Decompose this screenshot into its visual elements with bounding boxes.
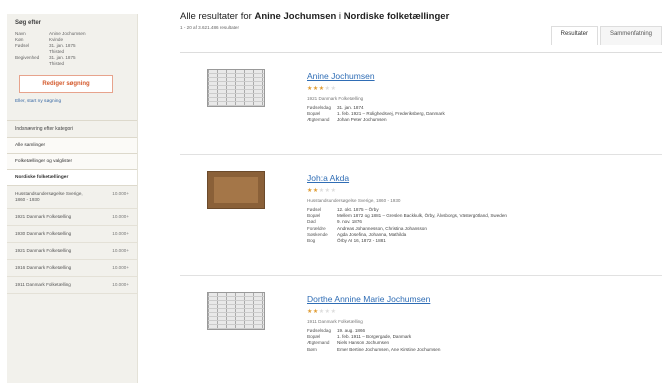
- record-source: Husstandsundersøgelse Sverige, 1860 - 19…: [307, 198, 401, 203]
- result-row: Anine Jochumsen ★★★★★ 1921 Danmark Folketæ…: [180, 53, 662, 155]
- category-item[interactable]: 1930 Danmark Folketælling 10.000+: [7, 226, 137, 243]
- category-item[interactable]: Husstandsundersøgelse Sverige, 1860 - 19…: [7, 186, 137, 209]
- category-item[interactable]: 1921 Danmark Folketælling 10.000+: [7, 209, 137, 226]
- fact-value: Örby AI 16, 1872 - 1881: [337, 238, 386, 244]
- fact-value: Johan Peter Jochumsen: [337, 117, 387, 123]
- fact-row: Bog Örby AI 16, 1872 - 1881: [307, 238, 507, 244]
- title-prefix: Alle resultater for: [180, 11, 252, 22]
- criteria-list: Navn Anine Jochumsen Køn Kvinde Fødsel 31. ja…: [15, 31, 129, 67]
- category-item[interactable]: 1911 Danmark Folketælling 10.000+: [7, 277, 137, 294]
- tab-results[interactable]: Resultater: [550, 26, 598, 45]
- page-title: Alle resultater for Anine Jochumsen i No…: [180, 11, 662, 22]
- result-name-link[interactable]: Dorthe Annine Marie Jochumsen: [307, 294, 430, 304]
- category-count: 10.000+: [112, 231, 129, 236]
- fact-value: Mellem 1872 og 1881 – Greslen Backkulk, …: [337, 213, 507, 219]
- record-thumbnail[interactable]: [207, 171, 265, 209]
- criteria-row: Thisted: [15, 61, 129, 67]
- tab-summary[interactable]: Sammenfatning: [599, 26, 662, 45]
- record-source: 1911 Danmark Folketælling: [307, 319, 363, 324]
- fact-value: Emer Bertine Jochumsen, Ane Kirstine Joc…: [337, 346, 441, 352]
- rating-stars: ★★★★★: [307, 308, 336, 315]
- filter-census-voter-lists[interactable]: Folketællinger og valglister: [7, 154, 137, 170]
- fact-label: Ægtemand: [307, 117, 330, 123]
- results-list: Anine Jochumsen ★★★★★ 1921 Danmark Folketæ…: [180, 52, 662, 391]
- filter-nordic-census[interactable]: Nordiske folketællinger: [7, 170, 137, 186]
- result-row: Joh:a Akda ★★★★★ Husstandsundersøgelse Sve…: [180, 155, 662, 276]
- category-name: 1921 Danmark Folketælling: [15, 248, 72, 253]
- fact-label: Bog: [307, 238, 316, 244]
- criteria-value: Thisted: [49, 61, 65, 66]
- edit-search-button[interactable]: Rediger søgning: [19, 75, 113, 93]
- category-list: Husstandsundersøgelse Sverige, 1860 - 19…: [7, 186, 137, 294]
- record-thumbnail[interactable]: [207, 292, 265, 330]
- fact-row: Ægtemand Johan Peter Jochumsen: [307, 117, 445, 123]
- new-search-link[interactable]: Eller, start ny søgning: [15, 99, 129, 104]
- category-name: 1930 Danmark Folketælling: [15, 231, 72, 236]
- category-name: 1916 Danmark Folketælling: [15, 265, 72, 270]
- filter-all-collections[interactable]: Alle samlinger: [7, 138, 137, 154]
- title-name: Anine Jochumsen: [254, 11, 337, 22]
- category-count: 10.000+: [112, 214, 129, 219]
- category-item[interactable]: 1921 Danmark Folketælling 10.000+: [7, 243, 137, 260]
- star-icon: ★: [330, 86, 337, 92]
- fact-label: Børn: [307, 346, 317, 352]
- record-source: 1921 Danmark Folketælling: [307, 96, 364, 101]
- title-in: i: [338, 11, 342, 22]
- category-count: 10.000+: [112, 282, 129, 287]
- sidebar: Søg efter Navn Anine Jochumsen Køn Kvinde Fø…: [7, 14, 138, 383]
- category-count: 10.000+: [112, 191, 129, 196]
- view-tabs: Resultater Sammenfatning: [549, 26, 662, 45]
- star-icon: ★: [330, 309, 337, 315]
- result-row: Dorthe Annine Marie Jochumsen ★★★★★ 1911 D…: [180, 276, 662, 391]
- category-count: 10.000+: [112, 265, 129, 270]
- category-name: 1921 Danmark Folketælling: [15, 214, 72, 219]
- category-item[interactable]: 1916 Danmark Folketælling 10.000+: [7, 260, 137, 277]
- category-count: 10.000+: [112, 248, 129, 253]
- filter-heading: Indsnævring efter kategori: [7, 121, 137, 138]
- criteria-label: [15, 61, 49, 67]
- record-facts: Fødsel 12. okt. 1875 – Örby Bopæl Mellem 18…: [307, 207, 507, 244]
- record-facts: Fødselsdag 19. aug. 1866 Bopæl 1. feb. 1911…: [307, 328, 440, 353]
- search-criteria-panel: Søg efter Navn Anine Jochumsen Køn Kvinde Fø…: [7, 14, 137, 114]
- category-name: 1911 Danmark Folketælling: [15, 282, 71, 287]
- star-icon: ★: [330, 188, 337, 194]
- result-name-link[interactable]: Anine Jochumsen: [307, 71, 375, 81]
- record-facts: Fødselsdag 31. jan. 1874 Bopæl 1. feb. 1921…: [307, 105, 445, 124]
- result-name-link[interactable]: Joh:a Akda: [307, 173, 349, 183]
- category-name: Husstandsundersøgelse Sverige, 1860 - 19…: [15, 191, 83, 202]
- rating-stars: ★★★★★: [307, 85, 336, 92]
- title-collection: Nordiske folketællinger: [343, 11, 450, 22]
- search-criteria-heading: Søg efter: [15, 20, 42, 26]
- fact-row: Børn Emer Bertine Jochumsen, Ane Kirstine…: [307, 347, 440, 353]
- rating-stars: ★★★★★: [307, 187, 336, 194]
- record-thumbnail[interactable]: [207, 69, 265, 107]
